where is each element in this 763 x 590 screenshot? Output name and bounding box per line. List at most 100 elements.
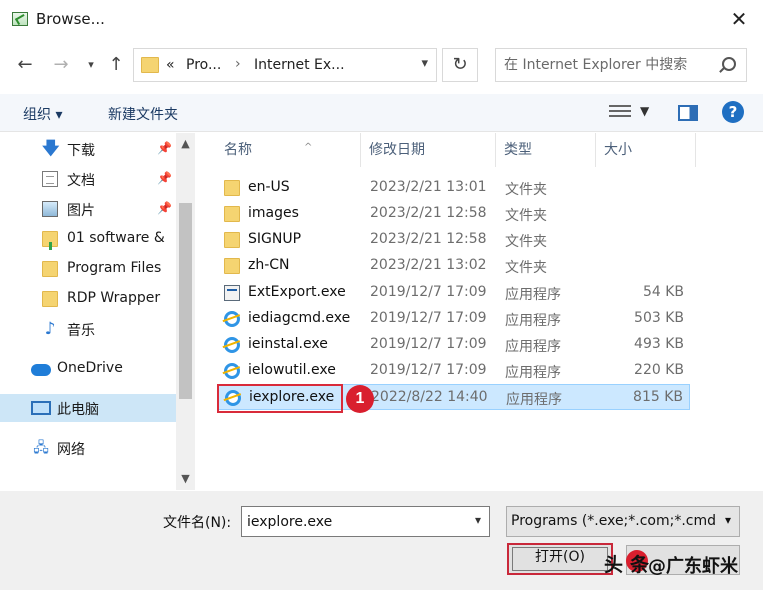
file-date: 2022/8/22 14:40 <box>371 389 488 405</box>
sidebar-item-label: 此电脑 <box>57 402 99 418</box>
file-name: en-US <box>248 179 290 195</box>
address-separator-icon[interactable]: › <box>235 56 241 72</box>
file-row-ieinstal[interactable]: ieinstal.exe 2019/12/7 17:09 应用程序 493 KB <box>218 332 690 358</box>
sidebar-item-network[interactable]: 🖧 网络 <box>0 434 176 462</box>
file-type: 应用程序 <box>505 365 561 381</box>
file-date: 2023/2/21 13:01 <box>370 179 487 195</box>
file-row-extexport[interactable]: ExtExport.exe 2019/12/7 17:09 应用程序 54 KB <box>218 280 690 306</box>
sidebar-item-music[interactable]: ♪ 音乐 <box>0 315 176 343</box>
file-row-zh-cn[interactable]: zh-CN 2023/2/21 13:02 文件夹 <box>218 253 690 279</box>
address-dropdown-chevron-icon[interactable]: ▾ <box>421 56 428 71</box>
sidebar-item-label: 图片 <box>67 203 95 219</box>
file-type: 文件夹 <box>505 208 547 224</box>
file-name: ieinstal.exe <box>248 336 328 352</box>
folder-icon <box>224 206 240 222</box>
up-arrow-icon[interactable]: ↑ <box>105 54 127 76</box>
file-row-iediagcmd[interactable]: iediagcmd.exe 2019/12/7 17:09 应用程序 503 K… <box>218 306 690 332</box>
preview-pane-icon[interactable] <box>678 105 698 121</box>
file-size: 815 KB <box>633 389 683 405</box>
sidebar-item-label: 音乐 <box>67 323 95 339</box>
sidebar-item-01-software[interactable]: 01 software & <box>0 225 176 253</box>
column-header-type[interactable]: 类型 <box>496 133 596 167</box>
sidebar-item-program-files[interactable]: Program Files <box>0 255 176 283</box>
file-size: 503 KB <box>634 310 684 326</box>
sidebar-item-label: 网络 <box>57 442 85 458</box>
address-bar[interactable]: « Pro... › Internet Ex... ▾ <box>133 48 437 82</box>
file-row-signup[interactable]: SIGNUP 2023/2/21 12:58 文件夹 <box>218 227 690 253</box>
annotation-step-badge: 1 <box>346 385 374 413</box>
column-header-name[interactable]: ^ 名称 <box>216 133 361 167</box>
sidebar-item-rdp-wrapper[interactable]: RDP Wrapper <box>0 285 176 313</box>
sidebar-item-pictures[interactable]: 图片 📌 <box>0 195 176 223</box>
column-header-label: 名称 <box>224 142 252 158</box>
open-button[interactable]: 打开(O) <box>507 543 613 575</box>
this-pc-icon <box>31 401 51 415</box>
scroll-down-chevron-icon[interactable]: ▼ <box>176 470 195 488</box>
ie-icon <box>224 311 240 327</box>
search-input[interactable] <box>504 55 709 75</box>
download-icon: 🡇 <box>42 139 60 159</box>
browse-app-icon <box>12 12 28 26</box>
file-name: ielowutil.exe <box>248 362 336 378</box>
file-size: 493 KB <box>634 336 684 352</box>
address-segment-internet-explorer[interactable]: Internet Ex... <box>254 57 345 73</box>
filename-combobox[interactable]: ▾ <box>241 506 490 537</box>
file-row-images[interactable]: images 2023/2/21 12:58 文件夹 <box>218 201 690 227</box>
sidebar-item-downloads[interactable]: 🡇 下载 📌 <box>0 135 176 163</box>
watermark-text: 头 <box>604 554 624 576</box>
filename-input[interactable] <box>247 513 457 531</box>
close-icon[interactable]: ✕ <box>729 9 749 29</box>
search-box[interactable] <box>495 48 747 82</box>
document-icon <box>42 171 58 187</box>
filename-dropdown-chevron-icon[interactable]: ▾ <box>475 513 481 527</box>
sidebar-item-documents[interactable]: 文档 📌 <box>0 165 176 193</box>
filename-label: 文件名(N): <box>163 515 232 531</box>
back-arrow-icon[interactable]: ← <box>14 54 36 76</box>
file-type: 应用程序 <box>506 392 562 408</box>
new-folder-button[interactable]: 新建文件夹 <box>108 104 178 124</box>
scrollbar-thumb[interactable] <box>179 203 192 399</box>
pin-icon: 📌 <box>157 171 172 185</box>
window-title: Browse... <box>36 10 105 28</box>
navigation-scrollbar[interactable]: ▲ ▼ <box>176 133 195 490</box>
organize-button[interactable]: 组织 ▾ <box>23 104 62 124</box>
command-toolbar: 组织 ▾ 新建文件夹 ▼ ? <box>0 94 763 132</box>
recent-locations-chevron-icon[interactable]: ▾ <box>80 54 102 76</box>
navigation-row: ← → ▾ ↑ « Pro... › Internet Ex... ▾ ↻ <box>0 44 763 90</box>
file-date: 2023/2/21 13:02 <box>370 257 487 273</box>
file-type-chevron-icon: ▾ <box>724 513 731 527</box>
folder-icon <box>42 261 58 277</box>
file-date: 2019/12/7 17:09 <box>370 284 487 300</box>
music-icon: ♪ <box>44 319 56 339</box>
annotation-highlight-box <box>217 384 343 413</box>
view-options-icon[interactable] <box>609 105 631 121</box>
column-header-date[interactable]: 修改日期 <box>361 133 496 167</box>
ie-icon <box>224 337 240 353</box>
sidebar-item-this-pc[interactable]: 此电脑 <box>0 394 176 422</box>
file-name: images <box>248 205 299 221</box>
sidebar-item-onedrive[interactable]: OneDrive <box>0 355 176 383</box>
file-name: zh-CN <box>248 257 290 273</box>
address-folder-icon <box>141 57 159 73</box>
scroll-up-chevron-icon[interactable]: ▲ <box>176 135 195 153</box>
search-icon[interactable] <box>722 57 736 71</box>
help-icon[interactable]: ? <box>722 101 744 123</box>
title-bar: Browse... ✕ <box>0 0 763 40</box>
refresh-icon[interactable]: ↻ <box>442 48 478 82</box>
address-overflow[interactable]: « <box>166 57 175 73</box>
view-dropdown-chevron-icon[interactable]: ▼ <box>640 104 649 118</box>
file-date: 2023/2/21 12:58 <box>370 205 487 221</box>
column-header-size[interactable]: 大小 <box>596 133 696 167</box>
file-date: 2019/12/7 17:09 <box>370 362 487 378</box>
open-button-focus-ring <box>512 547 608 571</box>
file-type-select[interactable]: Programs (*.exe;*.com;*.cmd ▾ <box>506 506 740 537</box>
file-row-en-us[interactable]: en-US 2023/2/21 13:01 文件夹 <box>218 175 690 201</box>
folder-icon <box>224 180 240 196</box>
forward-arrow-icon[interactable]: → <box>50 54 72 76</box>
file-type: 文件夹 <box>505 260 547 276</box>
exe-icon <box>224 285 240 301</box>
ie-icon <box>224 363 240 379</box>
file-date: 2023/2/21 12:58 <box>370 231 487 247</box>
address-segment-programs[interactable]: Pro... <box>186 57 221 73</box>
file-row-ielowutil[interactable]: ielowutil.exe 2019/12/7 17:09 应用程序 220 K… <box>218 358 690 384</box>
